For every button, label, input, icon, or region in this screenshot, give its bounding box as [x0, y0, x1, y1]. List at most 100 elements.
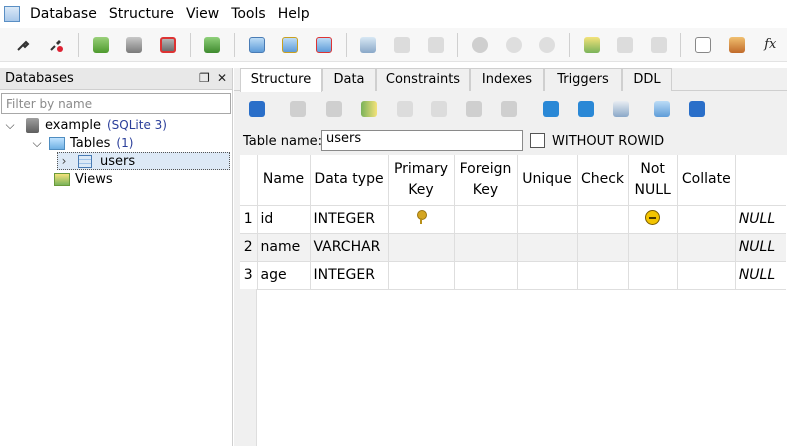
- menu-help[interactable]: Help: [274, 0, 318, 28]
- header-foreign-key[interactable]: Foreign Key: [454, 155, 518, 206]
- tab-structure[interactable]: Structure: [240, 68, 322, 92]
- add-view-icon[interactable]: [581, 34, 603, 56]
- cell-data-type[interactable]: VARCHAR: [310, 233, 389, 262]
- filter-input[interactable]: [1, 93, 231, 114]
- close-panel-icon[interactable]: ✕: [217, 71, 227, 85]
- header-name[interactable]: Name: [257, 155, 311, 206]
- add-trigger-icon[interactable]: [469, 34, 491, 56]
- table-name-value: users: [326, 131, 362, 146]
- move-column-up-icon[interactable]: [466, 101, 482, 117]
- menu-tools[interactable]: Tools: [227, 0, 274, 28]
- refresh-database-icon[interactable]: [202, 34, 224, 56]
- cell-default[interactable]: NULL: [735, 205, 787, 234]
- commit-icon[interactable]: [290, 101, 306, 117]
- tab-data[interactable]: Data: [322, 68, 376, 91]
- edit-index-icon[interactable]: [391, 34, 413, 56]
- main-toolbar: fx: [0, 28, 787, 62]
- tree-item-database[interactable]: ⌵ example (SQLite 3): [4, 116, 167, 134]
- populate-table-icon[interactable]: [654, 101, 670, 117]
- add-index-icon[interactable]: [358, 34, 380, 56]
- views-label: Views: [75, 171, 113, 187]
- header-not-null[interactable]: Not NULL: [628, 155, 678, 206]
- edit-database-icon[interactable]: [124, 34, 146, 56]
- cell-foreign-key[interactable]: [454, 205, 518, 234]
- header-default[interactable]: [735, 155, 787, 206]
- delete-index-icon[interactable]: [425, 34, 447, 56]
- table-name-input[interactable]: users: [321, 130, 523, 151]
- tab-indexes[interactable]: Indexes: [470, 68, 544, 91]
- export-icon[interactable]: [726, 34, 748, 56]
- edit-trigger-icon[interactable]: [503, 34, 525, 56]
- chevron-right-icon[interactable]: ›: [58, 154, 70, 168]
- cell-foreign-key[interactable]: [454, 233, 518, 262]
- cell-check[interactable]: [577, 233, 629, 262]
- tree-item-views[interactable]: Views: [50, 170, 113, 188]
- chevron-down-icon[interactable]: ⌵: [4, 118, 16, 133]
- undo-icon[interactable]: [689, 101, 705, 117]
- edit-view-icon[interactable]: [614, 34, 636, 56]
- header-data-type[interactable]: Data type: [310, 155, 389, 206]
- cell-name[interactable]: name: [257, 233, 311, 262]
- cell-check[interactable]: [577, 205, 629, 234]
- rollback-icon[interactable]: [326, 101, 342, 117]
- float-panel-icon[interactable]: ❐: [199, 71, 210, 85]
- cell-primary-key[interactable]: [388, 261, 455, 290]
- disconnect-icon[interactable]: [46, 34, 68, 56]
- header-collate[interactable]: Collate: [677, 155, 736, 206]
- menu-structure[interactable]: Structure: [105, 0, 182, 28]
- table-row[interactable]: 3 age INTEGER NULL: [240, 261, 787, 290]
- cell-not-null[interactable]: [628, 205, 678, 234]
- edit-table-icon[interactable]: [280, 34, 302, 56]
- tab-constraints[interactable]: Constraints: [376, 68, 470, 91]
- table-row[interactable]: 1 id INTEGER NULL: [240, 205, 787, 234]
- sql-editor-icon[interactable]: [692, 34, 714, 56]
- move-column-down-icon[interactable]: [501, 101, 517, 117]
- delete-column-icon[interactable]: [431, 101, 447, 117]
- tab-ddl[interactable]: DDL: [622, 68, 672, 91]
- cell-unique[interactable]: [517, 205, 578, 234]
- add-column-icon[interactable]: [361, 101, 377, 117]
- cell-collate[interactable]: [677, 233, 736, 262]
- cell-not-null[interactable]: [628, 261, 678, 290]
- cell-collate[interactable]: [677, 261, 736, 290]
- cell-primary-key[interactable]: [388, 205, 455, 234]
- header-unique[interactable]: Unique: [517, 155, 578, 206]
- cell-collate[interactable]: [677, 205, 736, 234]
- cell-unique[interactable]: [517, 261, 578, 290]
- cell-primary-key[interactable]: [388, 233, 455, 262]
- cell-data-type[interactable]: INTEGER: [310, 261, 389, 290]
- add-foreign-key-icon[interactable]: [578, 101, 594, 117]
- delete-view-icon[interactable]: [648, 34, 670, 56]
- cell-not-null[interactable]: [628, 233, 678, 262]
- cell-name[interactable]: id: [257, 205, 311, 234]
- cell-default[interactable]: NULL: [735, 233, 787, 262]
- cell-name[interactable]: age: [257, 261, 311, 290]
- menu-database[interactable]: Database: [26, 0, 105, 28]
- remove-database-icon[interactable]: [157, 34, 179, 56]
- chevron-down-icon[interactable]: ⌵: [31, 136, 43, 151]
- cell-foreign-key[interactable]: [454, 261, 518, 290]
- cell-default[interactable]: NULL: [735, 261, 787, 290]
- header-primary-key[interactable]: Primary Key: [388, 155, 455, 206]
- refresh-structure-icon[interactable]: [249, 101, 265, 117]
- menu-view[interactable]: View: [182, 0, 227, 28]
- table-row[interactable]: 2 name VARCHAR NULL: [240, 233, 787, 262]
- delete-table-icon[interactable]: [313, 34, 335, 56]
- add-unique-icon[interactable]: [613, 101, 629, 117]
- function-icon[interactable]: fx: [760, 34, 782, 56]
- connect-icon[interactable]: [12, 34, 34, 56]
- tab-triggers[interactable]: Triggers: [544, 68, 622, 91]
- edit-column-icon[interactable]: [397, 101, 413, 117]
- delete-trigger-icon[interactable]: [536, 34, 558, 56]
- add-database-icon[interactable]: [90, 34, 112, 56]
- corner-cell: [240, 155, 258, 206]
- cell-data-type[interactable]: INTEGER: [310, 205, 389, 234]
- tree-item-users[interactable]: › users: [57, 152, 230, 170]
- cell-check[interactable]: [577, 261, 629, 290]
- cell-unique[interactable]: [517, 233, 578, 262]
- without-rowid-checkbox[interactable]: [530, 133, 545, 148]
- add-primary-key-icon[interactable]: [543, 101, 559, 117]
- header-check[interactable]: Check: [577, 155, 629, 206]
- add-table-icon[interactable]: [246, 34, 268, 56]
- tree-item-tables[interactable]: ⌵ Tables (1): [31, 134, 133, 152]
